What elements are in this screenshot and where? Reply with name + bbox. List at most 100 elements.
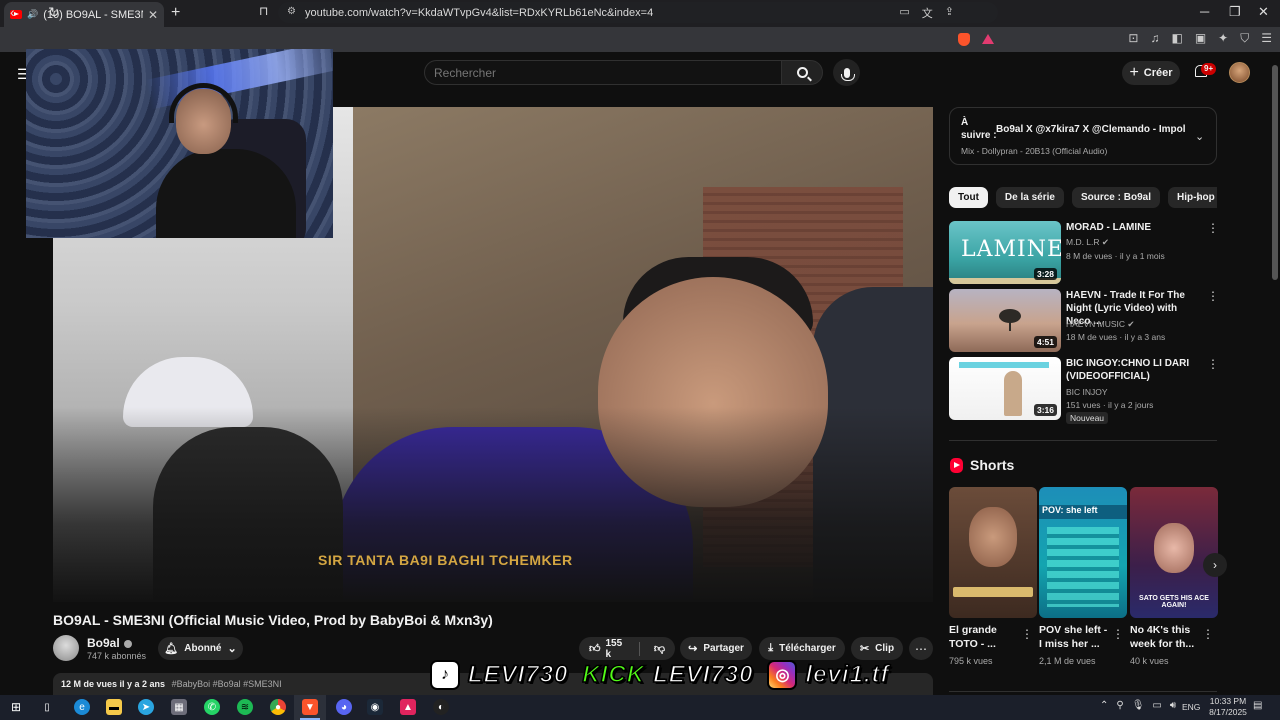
leo-ai-icon[interactable]: ✦: [1218, 31, 1228, 46]
forward-icon[interactable]: ›: [30, 4, 35, 20]
chip-hiphop[interactable]: Hip-hop: [1168, 187, 1217, 208]
translate-icon[interactable]: 文: [922, 5, 933, 21]
up-next-label: suivre :: [961, 130, 997, 141]
recommendation-channel[interactable]: HAEVN MUSIC ✔︎: [1066, 319, 1135, 330]
subscribed-button[interactable]: 🔔︎ Abonné ⌄: [158, 637, 243, 660]
video-title: BO9AL - SME3NI (Official Music Video, Pr…: [53, 612, 493, 628]
cast-icon[interactable]: ▭: [899, 5, 909, 21]
steam-icon[interactable]: ◉: [367, 699, 383, 715]
discord-icon[interactable]: ◕: [336, 699, 352, 715]
channel-name-row[interactable]: Bo9al: [87, 636, 132, 650]
volume-icon[interactable]: 🔊︎: [1170, 700, 1176, 711]
thumbs-down-icon[interactable]: 👎︎: [646, 642, 675, 655]
whatsapp-icon[interactable]: ✆: [204, 699, 220, 715]
close-tab-icon[interactable]: ✕: [148, 8, 158, 22]
brave-icon[interactable]: ▼: [302, 699, 318, 715]
windows-taskbar: [0, 695, 1280, 720]
divider: [949, 440, 1217, 441]
store-icon[interactable]: ▦: [171, 699, 187, 715]
file-explorer-icon[interactable]: ▬: [106, 699, 122, 715]
vpn-icon[interactable]: ⛉: [1240, 31, 1249, 46]
back-icon[interactable]: ‹: [10, 4, 15, 20]
more-options-icon[interactable]: ⋮: [1207, 221, 1219, 235]
voice-search-button[interactable]: [833, 59, 860, 86]
video-thumbnail[interactable]: LAMINE 3:28: [949, 221, 1061, 284]
more-options-icon[interactable]: ⋮: [1207, 289, 1219, 303]
short-thumbnail[interactable]: [949, 487, 1037, 618]
account-avatar[interactable]: [1229, 62, 1250, 83]
search-button[interactable]: [781, 60, 823, 85]
more-actions-button[interactable]: ⋯: [909, 637, 933, 660]
chips-next-arrow-icon[interactable]: ›: [1196, 190, 1200, 205]
more-options-icon[interactable]: ⋮: [1021, 627, 1033, 641]
close-window-button[interactable]: ✕: [1258, 4, 1269, 20]
description-hashtags[interactable]: #BabyBoi #Bo9al #SME3NI: [172, 679, 282, 689]
screenshot-icon[interactable]: ⊡: [1128, 31, 1138, 46]
new-tab-button[interactable]: +: [171, 4, 180, 22]
subscriber-count: 747 k abonnés: [87, 651, 147, 661]
bookmark-icon[interactable]: ⊓: [259, 4, 268, 18]
chrome-icon[interactable]: ●: [270, 699, 286, 715]
recommendation-item[interactable]: 4:51 HAEVN - Trade It For The Night (Lyr…: [949, 289, 1219, 352]
share-icon[interactable]: ⇪: [945, 5, 954, 21]
network-icon[interactable]: ▭: [1152, 700, 1161, 711]
chevron-up-icon[interactable]: ⌃: [1100, 700, 1108, 711]
chip-from-series[interactable]: De la série: [995, 187, 1064, 208]
bell-icon: 🔔︎: [164, 643, 179, 655]
short-title[interactable]: El grande TOTO - ...: [949, 623, 1021, 651]
app-icon[interactable]: ▲: [400, 699, 416, 715]
playlist-panel[interactable]: À suivre : Bo9al X @x7kira7 X @Clemando …: [949, 107, 1217, 165]
expand-playlist-chevron-icon[interactable]: ⌄: [1195, 130, 1204, 143]
short-title[interactable]: POV she left - I miss her ...: [1039, 623, 1111, 651]
spotify-icon[interactable]: ≋: [237, 699, 253, 715]
download-icon: ⤓: [768, 642, 774, 654]
recommendation-channel[interactable]: M.D. L.R ✔︎: [1066, 237, 1109, 248]
wallet-icon[interactable]: ▣: [1195, 31, 1206, 46]
shorts-next-arrow-icon[interactable]: ›: [1203, 553, 1227, 577]
recommendation-meta: 151 vues · il y a 2 jours: [1066, 400, 1154, 410]
duration-badge: 4:51: [1033, 336, 1057, 348]
restore-button[interactable]: ❐: [1229, 4, 1241, 20]
notification-center-icon[interactable]: ▤: [1253, 700, 1262, 711]
browser-tab[interactable]: 🔊 (10) BO9AL - SME3NI (Officia ✕: [4, 2, 164, 27]
create-button[interactable]: + Créer: [1122, 61, 1180, 85]
short-title[interactable]: No 4K's this week for th...: [1130, 623, 1202, 651]
recommendation-item[interactable]: 3:16 BIC INGOY:CHNO LI DARI (VIDEOOFFICI…: [949, 357, 1219, 424]
more-options-icon[interactable]: ⋮: [1207, 357, 1219, 371]
video-thumbnail[interactable]: 4:51: [949, 289, 1061, 352]
minimize-button[interactable]: ─: [1200, 4, 1209, 19]
recommendation-title[interactable]: BIC INGOY:CHNO LI DARI (VIDEOOFFICIAL): [1066, 357, 1201, 383]
obs-icon[interactable]: ◐: [433, 699, 449, 715]
task-view-icon[interactable]: ▯: [39, 699, 55, 715]
chip-all[interactable]: Tout: [949, 187, 988, 208]
reload-icon[interactable]: ↻: [48, 4, 60, 21]
microphone-tray-icon[interactable]: 🎙︎: [1132, 700, 1145, 711]
search-input[interactable]: [424, 60, 782, 85]
short-overlay-text: SATO GETS HIS ACE AGAIN!: [1139, 595, 1209, 609]
recommendation-title[interactable]: MORAD - LAMINE: [1066, 221, 1201, 234]
channel-avatar[interactable]: [53, 635, 79, 661]
site-info-icon[interactable]: ⚙: [287, 6, 296, 17]
sidebar-icon[interactable]: ◧: [1171, 31, 1182, 46]
short-thumbnail[interactable]: POV: she left: [1039, 487, 1127, 618]
brave-shields-icon[interactable]: [958, 33, 970, 46]
edge-icon[interactable]: e: [74, 699, 90, 715]
address-bar[interactable]: ⚙ youtube.com/watch?v=KkdaWTvpGv4&list=R…: [278, 2, 998, 23]
start-icon[interactable]: ⊞: [8, 699, 24, 715]
more-options-icon[interactable]: ⋮: [1202, 627, 1214, 641]
chip-source[interactable]: Source : Bo9al: [1071, 187, 1160, 208]
scrollbar-thumb[interactable]: [1272, 65, 1278, 280]
recommendation-channel[interactable]: BIC INJOY: [1066, 387, 1108, 397]
language-indicator[interactable]: ENG: [1182, 702, 1200, 712]
short-thumbnail[interactable]: SATO GETS HIS ACE AGAIN!: [1130, 487, 1218, 618]
channel-name[interactable]: Bo9al: [87, 636, 120, 650]
menu-icon[interactable]: ☰: [1261, 31, 1272, 46]
recommendation-item[interactable]: LAMINE 3:28 MORAD - LAMINE M.D. L.R ✔︎ 8…: [949, 221, 1219, 284]
brave-rewards-icon[interactable]: [982, 34, 994, 44]
telegram-icon[interactable]: ➤: [138, 699, 154, 715]
media-icon[interactable]: ♫: [1150, 31, 1159, 46]
video-thumbnail[interactable]: 3:16: [949, 357, 1061, 420]
taskbar-clock[interactable]: 10:33 PM 8/17/2025: [1204, 696, 1252, 718]
more-options-icon[interactable]: ⋮: [1112, 627, 1124, 641]
usb-icon[interactable]: ⚲: [1116, 700, 1123, 711]
